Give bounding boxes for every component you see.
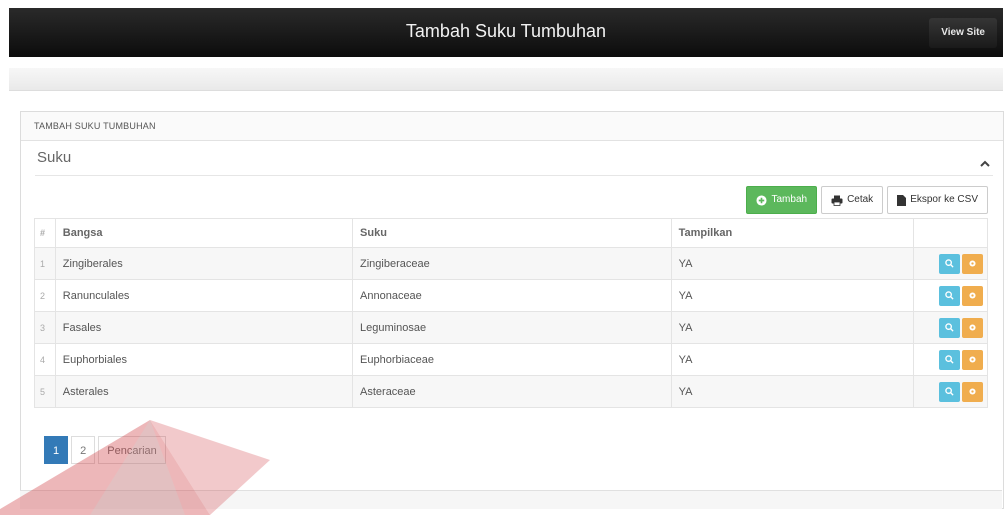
gear-icon [969,388,976,395]
export-csv-label: Ekspor ke CSV [910,194,978,205]
column-header-actions [912,218,989,248]
bangsa-cell: Fasales [54,311,354,344]
gear-icon [969,292,976,299]
bangsa-cell: Ranunculales [54,279,354,312]
row-number: 3 [34,311,56,344]
view-button[interactable] [939,285,960,306]
row-number: 2 [34,279,56,312]
gear-icon [969,356,976,363]
row-actions [912,279,989,312]
tampilkan-cell: YA [670,311,914,344]
column-header-suku[interactable]: Suku [352,218,672,248]
bangsa-cell: Zingiberales [54,247,354,280]
view-site-button[interactable]: View Site [929,18,997,48]
edit-button[interactable] [962,349,983,370]
bangsa-cell: Asterales [54,375,354,408]
top-navbar: Tambah Suku Tumbuhan View Site [9,8,1003,57]
bangsa-cell: Euphorbiales [54,343,354,376]
search-icon [945,387,954,396]
edit-button[interactable] [962,317,983,338]
search-icon [945,291,954,300]
panel-heading: TAMBAH SUKU TUMBUHAN [21,112,1003,141]
gear-icon [969,260,976,267]
suku-table: # Bangsa Suku Tampilkan 1 Zingiberales Z… [34,218,989,408]
section-title: Suku [37,149,72,166]
suku-cell: Euphorbiaceae [352,343,672,376]
row-number: 1 [34,247,56,280]
tampilkan-cell: YA [670,247,914,280]
table-row: 1 Zingiberales Zingiberaceae YA [34,247,989,280]
plus-circle-icon [756,194,768,206]
page-title: Tambah Suku Tumbuhan [405,21,607,41]
chevron-up-icon[interactable] [979,159,991,169]
tampilkan-cell: YA [670,279,914,312]
table-row: 4 Euphorbiales Euphorbiaceae YA [34,343,989,376]
print-button-label: Cetak [847,194,874,205]
suku-cell: Zingiberaceae [352,247,672,280]
table-row: 3 Fasales Leguminosae YA [34,311,989,344]
printer-icon [831,195,843,206]
tampilkan-cell: YA [670,375,914,408]
page-1-button[interactable]: 1 [44,436,69,464]
column-header-tampilkan[interactable]: Tampilkan [670,218,914,248]
page-2-button[interactable]: 2 [71,436,96,464]
suku-cell: Asteraceae [352,375,672,408]
edit-button[interactable] [962,381,983,402]
view-button[interactable] [939,381,960,402]
row-actions [912,343,989,376]
table-row: 5 Asterales Asteraceae YA [34,375,989,408]
edit-button[interactable] [962,285,983,306]
tampilkan-cell: YA [670,343,914,376]
add-button[interactable]: Tambah [746,186,818,214]
view-button[interactable] [939,253,960,274]
row-actions [912,247,989,280]
search-icon [945,323,954,332]
table-row: 2 Ranunculales Annonaceae YA [34,279,989,312]
section-header: Suku [35,147,993,176]
suku-cell: Annonaceae [352,279,672,312]
row-number: 5 [34,375,56,408]
export-csv-button[interactable]: Ekspor ke CSV [887,186,988,214]
gear-icon [969,324,976,331]
row-actions [912,311,989,344]
search-page-button[interactable]: Pencarian [98,436,166,464]
pagination: 1 2 Pencarian [44,436,166,464]
table-header-row: # Bangsa Suku Tampilkan [34,218,989,248]
row-number: 4 [34,343,56,376]
edit-button[interactable] [962,253,983,274]
column-header-bangsa[interactable]: Bangsa [54,218,354,248]
panel-footer [20,490,1002,509]
column-header-num[interactable]: # [34,218,56,248]
view-button[interactable] [939,317,960,338]
print-button[interactable]: Cetak [821,186,884,214]
search-icon [945,259,954,268]
view-button[interactable] [939,349,960,370]
add-button-label: Tambah [771,194,808,205]
table-toolbar: Tambah Cetak Ekspor ke CSV [746,186,988,214]
suku-cell: Leguminosae [352,311,672,344]
sub-navbar [9,68,1003,91]
search-icon [945,355,954,364]
row-actions [912,375,989,408]
file-icon [897,194,907,206]
